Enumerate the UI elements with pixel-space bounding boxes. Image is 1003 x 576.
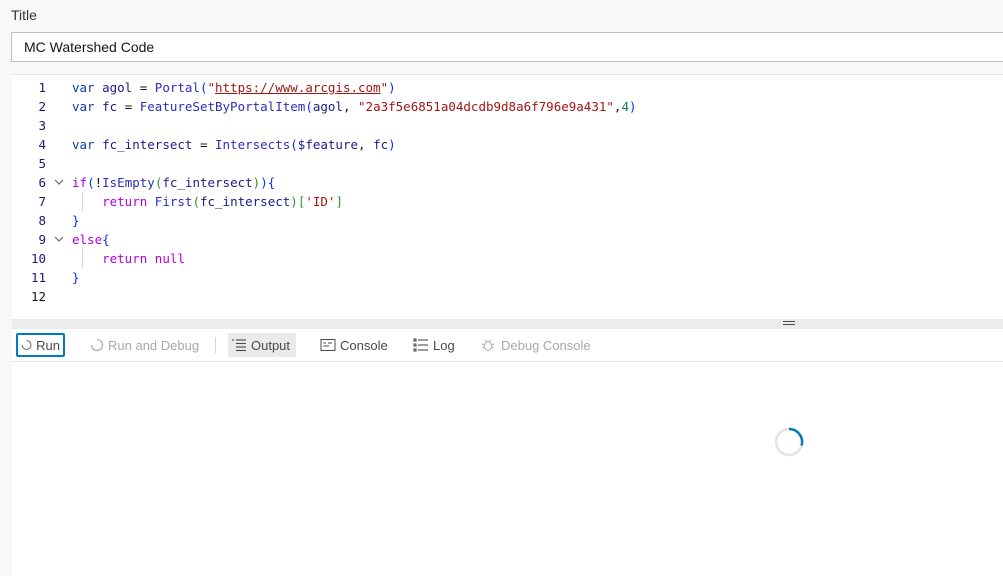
log-label: Log [433, 337, 455, 353]
code-text: var fc = FeatureSetByPortalItem(agol, "2… [72, 99, 637, 114]
line-number: 11 [30, 270, 46, 285]
code-line: 9 else{ [12, 230, 1003, 249]
code-line: 1 var agol = Portal("https://www.arcgis.… [12, 78, 1003, 97]
list-icon [232, 339, 246, 352]
code-line: 7 return First(fc_intersect)['ID'] [12, 192, 1003, 211]
run-and-debug-label: Run and Debug [108, 337, 200, 353]
code-text: var fc_intersect = Intersects($feature, … [72, 137, 396, 152]
line-number: 9 [38, 232, 46, 247]
code-text: if(!IsEmpty(fc_intersect)){ [72, 175, 276, 190]
run-and-debug-button[interactable]: Run and Debug [87, 333, 202, 357]
tab-debug-console[interactable]: Debug Console [478, 333, 594, 357]
bug-icon [481, 339, 495, 351]
title-label: Title [11, 7, 37, 23]
code-text: var agol = Portal("https://www.arcgis.co… [72, 80, 396, 95]
code-editor[interactable]: 1 var agol = Portal("https://www.arcgis.… [12, 75, 1003, 319]
code-text: return null [102, 251, 185, 266]
drag-handle-icon[interactable] [783, 321, 795, 327]
code-line: 8 } [12, 211, 1003, 230]
code-text: } [72, 270, 80, 285]
code-line: 5 [12, 154, 1003, 173]
output-panel [12, 362, 1003, 576]
spinner-icon [21, 340, 32, 350]
code-line: 3 [12, 116, 1003, 135]
log-list-icon [413, 338, 428, 352]
output-label: Output [251, 337, 291, 353]
toolbar-divider [215, 337, 216, 353]
run-label: Run [36, 337, 60, 353]
code-text: else{ [72, 232, 110, 247]
code-line: 4 var fc_intersect = Intersects($feature… [12, 135, 1003, 154]
loading-spinner-icon [774, 427, 804, 457]
results-toolbar: Run Run and Debug Output Console Log Deb… [12, 329, 1003, 362]
debug-console-label: Debug Console [501, 337, 591, 353]
line-number: 2 [38, 99, 46, 114]
code-line: 10 return null [12, 249, 1003, 268]
tab-log[interactable]: Log [410, 333, 458, 357]
title-input[interactable] [11, 32, 1003, 62]
line-number: 5 [38, 156, 46, 171]
arcade-editor: 1 var agol = Portal("https://www.arcgis.… [12, 74, 1003, 576]
spinner-icon [90, 338, 104, 352]
fold-chevron-icon[interactable] [52, 173, 66, 192]
line-number: 8 [38, 213, 46, 228]
line-number: 3 [38, 118, 46, 133]
code-text: return First(fc_intersect)['ID'] [102, 194, 343, 209]
code-line: 11 } [12, 268, 1003, 287]
console-icon [320, 339, 336, 351]
console-label: Console [340, 337, 388, 353]
fold-chevron-icon[interactable] [52, 230, 66, 249]
line-number: 1 [38, 80, 46, 95]
code-text: } [72, 213, 80, 228]
line-number: 7 [38, 194, 46, 209]
line-number: 4 [38, 137, 46, 152]
line-number: 12 [30, 289, 46, 304]
tab-output[interactable]: Output [228, 333, 296, 357]
line-number: 6 [38, 175, 46, 190]
panel-splitter[interactable] [12, 319, 1003, 329]
tab-console[interactable]: Console [317, 333, 391, 357]
code-line: 12 [12, 287, 1003, 306]
code-line: 6 if(!IsEmpty(fc_intersect)){ [12, 173, 1003, 192]
line-number: 10 [30, 251, 46, 266]
code-line: 2 var fc = FeatureSetByPortalItem(agol, … [12, 97, 1003, 116]
run-button[interactable]: Run [16, 333, 65, 357]
